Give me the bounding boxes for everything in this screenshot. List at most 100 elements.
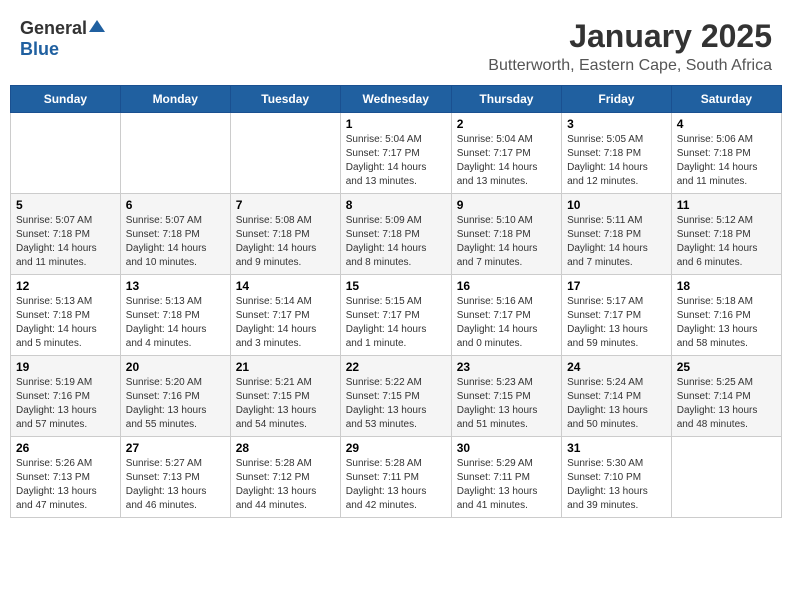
day-number: 20 bbox=[126, 360, 225, 374]
calendar-cell: 26Sunrise: 5:26 AMSunset: 7:13 PMDayligh… bbox=[11, 437, 121, 518]
day-number: 26 bbox=[16, 441, 115, 455]
day-info: Sunrise: 5:23 AMSunset: 7:15 PMDaylight:… bbox=[457, 376, 556, 432]
calendar-cell: 25Sunrise: 5:25 AMSunset: 7:14 PMDayligh… bbox=[671, 356, 781, 437]
day-number: 28 bbox=[236, 441, 335, 455]
calendar-cell: 4 Sunrise: 5:06 AMSunset: 7:18 PMDaylight… bbox=[671, 113, 781, 194]
header-sunday: Sunday bbox=[11, 86, 121, 113]
day-info: Sunrise: 5:08 AMSunset: 7:18 PMDaylight:… bbox=[236, 214, 335, 270]
day-number: 24 bbox=[567, 360, 666, 374]
day-number: 23 bbox=[457, 360, 556, 374]
day-number: 14 bbox=[236, 279, 335, 293]
day-info: Sunrise: 5:30 AMSunset: 7:10 PMDaylight:… bbox=[567, 457, 666, 513]
calendar-cell: 3Sunrise: 5:05 AMSunset: 7:18 PMDaylight… bbox=[562, 113, 672, 194]
day-number: 4 bbox=[677, 117, 776, 131]
calendar-cell: 22 Sunrise: 5:22 AMSunset: 7:15 PMDayligh… bbox=[340, 356, 451, 437]
title-area: January 2025 Butterworth, Eastern Cape, … bbox=[488, 18, 772, 75]
calendar-cell: 30Sunrise: 5:29 AMSunset: 7:11 PMDayligh… bbox=[451, 437, 561, 518]
calendar-cell: 21 Sunrise: 5:21 AMSunset: 7:15 PMDayligh… bbox=[230, 356, 340, 437]
calendar-cell bbox=[11, 113, 121, 194]
logo-blue: Blue bbox=[20, 39, 59, 59]
day-number: 17 bbox=[567, 279, 666, 293]
day-info: Sunrise: 5:17 AMSunset: 7:17 PMDaylight:… bbox=[567, 295, 666, 351]
calendar-cell: 5Sunrise: 5:07 AMSunset: 7:18 PMDaylight… bbox=[11, 194, 121, 275]
day-number: 15 bbox=[346, 279, 446, 293]
calendar-cell: 14 Sunrise: 5:14 AMSunset: 7:17 PMDayligh… bbox=[230, 275, 340, 356]
header-tuesday: Tuesday bbox=[230, 86, 340, 113]
location-title: Butterworth, Eastern Cape, South Africa bbox=[488, 57, 772, 75]
header-saturday: Saturday bbox=[671, 86, 781, 113]
day-number: 8 bbox=[346, 198, 446, 212]
day-info: Sunrise: 5:20 AMSunset: 7:16 PMDaylight:… bbox=[126, 376, 225, 432]
calendar-cell: 31 Sunrise: 5:30 AMSunset: 7:10 PMDayligh… bbox=[562, 437, 672, 518]
calendar-cell bbox=[120, 113, 230, 194]
calendar-cell: 9 Sunrise: 5:10 AMSunset: 7:18 PMDaylight… bbox=[451, 194, 561, 275]
day-info: Sunrise: 5:19 AMSunset: 7:16 PMDaylight:… bbox=[16, 376, 115, 432]
calendar-cell: 23 Sunrise: 5:23 AMSunset: 7:15 PMDayligh… bbox=[451, 356, 561, 437]
day-info: Sunrise: 5:10 AMSunset: 7:18 PMDaylight:… bbox=[457, 214, 556, 270]
day-info: Sunrise: 5:07 AMSunset: 7:18 PMDaylight:… bbox=[126, 214, 225, 270]
week-row-1: 5 Sunrise: 5:07 AMSunset: 7:18 PMDaylight… bbox=[11, 194, 782, 275]
day-info: Sunrise: 5:09 AMSunset: 7:18 PMDaylight:… bbox=[346, 214, 446, 270]
calendar-cell: 11Sunrise: 5:12 AMSunset: 7:18 PMDayligh… bbox=[671, 194, 781, 275]
day-number: 22 bbox=[346, 360, 446, 374]
day-info: Sunrise: 5:22 AMSunset: 7:15 PMDaylight:… bbox=[346, 376, 446, 432]
calendar-cell: 24 Sunrise: 5:24 AMSunset: 7:14 PMDayligh… bbox=[562, 356, 672, 437]
logo: General Blue bbox=[20, 18, 106, 60]
day-info: Sunrise: 5:12 AMSunset: 7:18 PMDaylight:… bbox=[677, 214, 776, 270]
day-number: 27 bbox=[126, 441, 225, 455]
calendar-cell: 19 Sunrise: 5:19 AMSunset: 7:16 PMDayligh… bbox=[11, 356, 121, 437]
day-number: 9 bbox=[457, 198, 556, 212]
logo-general: General bbox=[20, 18, 87, 39]
day-info: Sunrise: 5:28 AMSunset: 7:12 PMDaylight:… bbox=[236, 457, 335, 513]
day-info: Sunrise: 5:24 AMSunset: 7:14 PMDaylight:… bbox=[567, 376, 666, 432]
header-friday: Friday bbox=[562, 86, 672, 113]
day-number: 16 bbox=[457, 279, 556, 293]
calendar-table: SundayMondayTuesdayWednesdayThursdayFrid… bbox=[10, 85, 782, 518]
day-info: Sunrise: 5:28 AMSunset: 7:11 PMDaylight:… bbox=[346, 457, 446, 513]
day-info: Sunrise: 5:04 AMSunset: 7:17 PMDaylight:… bbox=[457, 133, 556, 189]
day-info: Sunrise: 5:13 AMSunset: 7:18 PMDaylight:… bbox=[126, 295, 225, 351]
calendar-cell: 18Sunrise: 5:18 AMSunset: 7:16 PMDayligh… bbox=[671, 275, 781, 356]
calendar-cell: 28 Sunrise: 5:28 AMSunset: 7:12 PMDayligh… bbox=[230, 437, 340, 518]
day-number: 2 bbox=[457, 117, 556, 131]
day-number: 19 bbox=[16, 360, 115, 374]
calendar-cell: 17 Sunrise: 5:17 AMSunset: 7:17 PMDayligh… bbox=[562, 275, 672, 356]
day-info: Sunrise: 5:27 AMSunset: 7:13 PMDaylight:… bbox=[126, 457, 225, 513]
day-number: 25 bbox=[677, 360, 776, 374]
calendar-cell: 29 Sunrise: 5:28 AMSunset: 7:11 PMDayligh… bbox=[340, 437, 451, 518]
week-row-4: 26Sunrise: 5:26 AMSunset: 7:13 PMDayligh… bbox=[11, 437, 782, 518]
day-info: Sunrise: 5:11 AMSunset: 7:18 PMDaylight:… bbox=[567, 214, 666, 270]
header-thursday: Thursday bbox=[451, 86, 561, 113]
calendar-cell: 27 Sunrise: 5:27 AMSunset: 7:13 PMDayligh… bbox=[120, 437, 230, 518]
week-row-0: 1Sunrise: 5:04 AMSunset: 7:17 PMDaylight… bbox=[11, 113, 782, 194]
day-number: 7 bbox=[236, 198, 335, 212]
calendar-cell: 10 Sunrise: 5:11 AMSunset: 7:18 PMDayligh… bbox=[562, 194, 672, 275]
day-number: 21 bbox=[236, 360, 335, 374]
header: General Blue January 2025 Butterworth, E… bbox=[10, 10, 782, 79]
calendar-cell: 7 Sunrise: 5:08 AMSunset: 7:18 PMDaylight… bbox=[230, 194, 340, 275]
day-info: Sunrise: 5:15 AMSunset: 7:17 PMDaylight:… bbox=[346, 295, 446, 351]
day-number: 6 bbox=[126, 198, 225, 212]
day-number: 10 bbox=[567, 198, 666, 212]
day-info: Sunrise: 5:06 AMSunset: 7:18 PMDaylight:… bbox=[677, 133, 776, 189]
day-number: 13 bbox=[126, 279, 225, 293]
day-number: 29 bbox=[346, 441, 446, 455]
calendar-cell bbox=[671, 437, 781, 518]
calendar-cell: 13 Sunrise: 5:13 AMSunset: 7:18 PMDayligh… bbox=[120, 275, 230, 356]
calendar-cell bbox=[230, 113, 340, 194]
calendar-cell: 16 Sunrise: 5:16 AMSunset: 7:17 PMDayligh… bbox=[451, 275, 561, 356]
day-info: Sunrise: 5:14 AMSunset: 7:17 PMDaylight:… bbox=[236, 295, 335, 351]
day-info: Sunrise: 5:21 AMSunset: 7:15 PMDaylight:… bbox=[236, 376, 335, 432]
day-info: Sunrise: 5:05 AMSunset: 7:18 PMDaylight:… bbox=[567, 133, 666, 189]
day-number: 5 bbox=[16, 198, 115, 212]
day-number: 30 bbox=[457, 441, 556, 455]
calendar-header-row: SundayMondayTuesdayWednesdayThursdayFrid… bbox=[11, 86, 782, 113]
day-number: 18 bbox=[677, 279, 776, 293]
logo-triangle-icon bbox=[88, 18, 106, 34]
header-monday: Monday bbox=[120, 86, 230, 113]
calendar-cell: 8 Sunrise: 5:09 AMSunset: 7:18 PMDaylight… bbox=[340, 194, 451, 275]
header-wednesday: Wednesday bbox=[340, 86, 451, 113]
day-info: Sunrise: 5:16 AMSunset: 7:17 PMDaylight:… bbox=[457, 295, 556, 351]
day-number: 31 bbox=[567, 441, 666, 455]
calendar-cell: 6 Sunrise: 5:07 AMSunset: 7:18 PMDaylight… bbox=[120, 194, 230, 275]
